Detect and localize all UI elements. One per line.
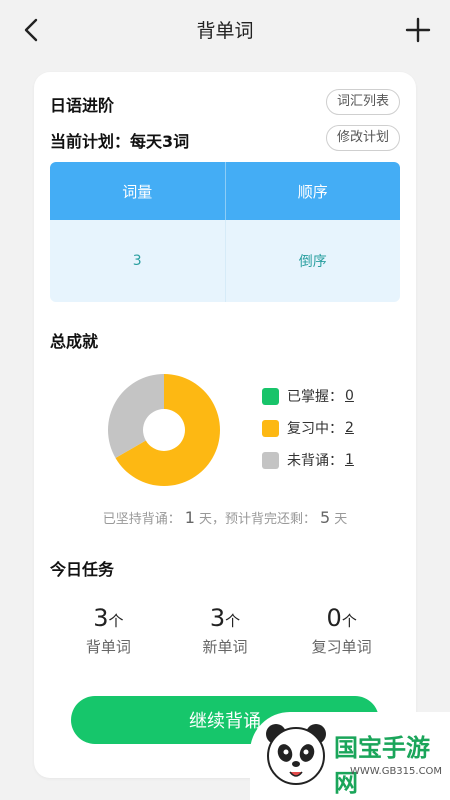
header-order: 顺序 — [224, 162, 401, 220]
edit-plan-button[interactable]: 修改计划 — [325, 125, 400, 151]
remain-days: 5 — [320, 508, 331, 527]
watermark-url: WWW.GB315.COM — [350, 766, 443, 777]
plan-table-values: 3 倒序 — [50, 220, 400, 302]
task-new-num: 3 — [209, 604, 226, 632]
current-plan-label: 当前计划：每天3词 — [50, 132, 190, 151]
persist-summary: 已坚持背诵： 1 天，预计背完还剩： 5 天 — [34, 508, 416, 527]
task-study-unit: 个 — [108, 612, 124, 630]
task-review-num: 0 — [326, 604, 342, 632]
top-bar: 背单词 — [0, 0, 450, 60]
task-review-unit: 个 — [341, 612, 357, 630]
achievement-title: 总成就 — [50, 332, 99, 351]
plus-icon[interactable] — [404, 16, 432, 44]
task-review-words[interactable]: 0个 复习单词 — [283, 604, 400, 657]
task-study-words[interactable]: 3个 背单词 — [50, 604, 167, 657]
persist-prefix: 已坚持背诵： — [102, 512, 181, 527]
value-order[interactable]: 倒序 — [224, 220, 401, 302]
legend-value-unlearned[interactable]: 1 — [345, 452, 354, 468]
legend-label-unlearned: 未背诵： — [287, 453, 343, 469]
plan-table-header: 词量 顺序 — [50, 162, 400, 220]
persist-days: 1 — [184, 508, 195, 527]
watermark-text: 国宝手游网 — [334, 734, 430, 797]
task-new-label: 新单词 — [202, 638, 248, 656]
legend-swatch-mastered — [262, 387, 279, 405]
study-card: 日语进阶 词汇列表 当前计划：每天3词 修改计划 词量 顺序 3 倒序 总成就 … — [34, 72, 416, 778]
legend-unlearned: 未背诵： 1 — [262, 450, 354, 470]
legend-label-reviewing: 复习中： — [287, 421, 343, 437]
legend-value-mastered[interactable]: 0 — [345, 388, 354, 404]
word-list-button[interactable]: 词汇列表 — [325, 89, 400, 115]
legend-swatch-unlearned — [262, 451, 279, 469]
plan-table: 词量 顺序 3 倒序 — [50, 162, 400, 302]
progress-donut-chart — [104, 370, 224, 490]
value-word-count[interactable]: 3 — [50, 220, 225, 302]
site-watermark: 国宝手游网 WWW.GB315.COM — [250, 712, 450, 800]
task-new-words[interactable]: 3个 新单词 — [167, 604, 284, 657]
task-review-label: 复习单词 — [311, 638, 372, 656]
book-name: 日语进阶 — [50, 96, 115, 115]
chart-legend: 已掌握： 0 复习中： 2 未背诵： 1 — [262, 386, 354, 482]
donut-svg — [108, 374, 220, 486]
page-title: 背单词 — [196, 20, 254, 42]
panda-logo-icon — [266, 724, 326, 785]
donut-slice-2 — [108, 374, 164, 458]
task-study-label: 背单词 — [85, 638, 131, 656]
today-tasks: 3个 背单词 3个 新单词 0个 复习单词 — [50, 604, 400, 657]
legend-reviewing: 复习中： 2 — [262, 418, 354, 438]
legend-label-mastered: 已掌握： — [287, 389, 343, 405]
today-task-title: 今日任务 — [50, 560, 115, 579]
persist-mid: 天，预计背完还剩： — [198, 512, 316, 527]
task-new-unit: 个 — [225, 612, 241, 630]
legend-swatch-reviewing — [262, 419, 279, 437]
header-word-count: 词量 — [122, 182, 153, 201]
persist-suffix: 天 — [334, 512, 348, 527]
legend-value-reviewing[interactable]: 2 — [345, 420, 354, 436]
legend-mastered: 已掌握： 0 — [262, 386, 354, 406]
task-study-num: 3 — [93, 604, 109, 632]
